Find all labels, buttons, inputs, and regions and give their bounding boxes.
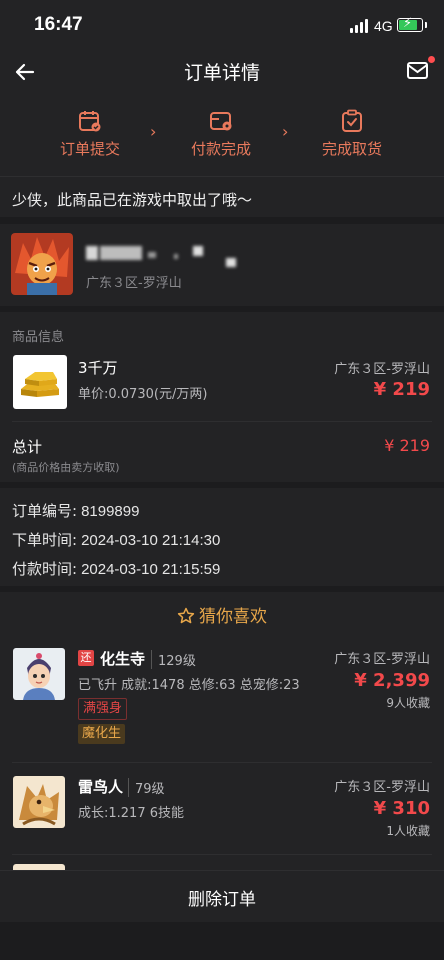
item-favorites: 9人收藏 (386, 696, 430, 710)
pet-attributes: 成长:1.217 6技能 (78, 806, 184, 821)
order-info-section: 订单编号: 8199899 下单时间: 2024-03-10 21:14:30 付款… (0, 488, 444, 586)
character-attributes: 已飞升 成就:1478 总修:63 总宠修:23 (78, 678, 300, 693)
step-label: 付款完成 (190, 140, 251, 158)
pet-avatar (13, 776, 65, 828)
total-label: 总计 (12, 438, 43, 456)
goods-price: ¥ 219 (373, 379, 430, 400)
clipboard-check-icon (342, 109, 362, 132)
order-number-row: 订单编号: 8199899 (12, 500, 139, 521)
order-paid-label: 付款时间: (12, 560, 78, 578)
goods-info-section: 商品信息 3千万 单价:0.0730(元/万两) 广东３区-罗浮山 ¥ 219 … (0, 312, 444, 482)
status-bar: 16:47 4G ⚡ (0, 0, 444, 50)
recommend-title-text: 猜你喜欢 (199, 607, 267, 627)
notice-text: 少侠，此商品已在游戏中取出了哦～ (12, 191, 253, 209)
chevron-right-icon: › (150, 122, 157, 141)
wallet-icon (210, 112, 232, 131)
pickup-notice: 少侠，此商品已在游戏中取出了哦～ (0, 177, 444, 217)
masked-seller-name (174, 254, 178, 259)
step-label: 完成取货 (321, 140, 382, 158)
item-price: ¥ 310 (373, 798, 430, 819)
seller-avatar (11, 233, 73, 295)
total-price: ¥ 219 (384, 436, 430, 455)
step-pickup-complete: 完成取货 (292, 108, 412, 159)
page-title: 订单详情 (183, 62, 260, 84)
pet-name: 雷鸟人 (78, 778, 124, 796)
return-badge: 还 (78, 650, 94, 666)
step-payment-complete: 付款完成 (161, 108, 281, 159)
order-paid-row: 付款时间: 2024-03-10 21:15:59 (12, 558, 220, 579)
recommendations-section: 猜你喜欢 还 化生寺 129级 已飞升 成就:1478 总修:63 总宠修:23… (0, 592, 444, 870)
goods-unit-price: 单价:0.0730(元/万两) (78, 387, 208, 402)
character-avatar (13, 648, 65, 700)
section-title: 商品信息 (12, 330, 65, 345)
recommend-item[interactable]: 还 化生寺 129级 已飞升 成就:1478 总修:63 总宠修:23 满强身 … (0, 648, 444, 773)
network-type: 4G (374, 18, 393, 34)
signal-icon (350, 19, 370, 33)
status-time: 16:47 (34, 14, 83, 35)
character-level: 129级 (151, 650, 196, 669)
divider (12, 421, 432, 422)
bottom-action-bar: 删除订单 (0, 870, 444, 923)
masked-seller-name (148, 252, 156, 258)
order-created-time: 2024-03-10 21:14:30 (81, 532, 221, 549)
masked-seller-name (193, 246, 203, 256)
calendar-check-icon (79, 111, 101, 132)
chevron-right-icon: › (282, 122, 289, 141)
goods-name: 3千万 (78, 359, 118, 377)
gold-bars-image (13, 355, 67, 409)
order-progress: 订单提交 › 付款完成 › 完成取货 (0, 94, 444, 176)
order-number-label: 订单编号: (12, 502, 78, 520)
message-icon[interactable] (404, 56, 435, 84)
battery-icon: ⚡ (397, 16, 427, 32)
masked-seller-name (100, 246, 142, 260)
masked-seller-name (226, 258, 236, 267)
masked-seller-name (86, 246, 98, 260)
seller-card[interactable]: 广东３区-罗浮山 (0, 224, 444, 306)
star-icon (177, 607, 195, 624)
item-region: 广东３区-罗浮山 (334, 652, 430, 667)
unread-dot (428, 56, 435, 63)
recommend-title: 猜你喜欢 (0, 602, 444, 627)
seller-region: 广东３区-罗浮山 (86, 276, 182, 291)
order-created-row: 下单时间: 2024-03-10 21:14:30 (12, 529, 220, 550)
order-created-label: 下单时间: (12, 531, 78, 549)
recommend-item[interactable]: 雷鸟人 79级 成长:1.217 6技能 广东３区-罗浮山 ¥ 310 1人收藏 (0, 776, 444, 870)
delete-order-button[interactable]: 删除订单 (0, 885, 444, 910)
home-indicator-area (0, 922, 444, 960)
goods-region: 广东３区-罗浮山 (334, 362, 430, 377)
pet-level: 79级 (128, 778, 165, 797)
step-label: 订单提交 (59, 140, 120, 158)
item-favorites: 1人收藏 (386, 824, 430, 838)
nav-bar: 订单详情 (0, 50, 444, 94)
divider (12, 762, 432, 763)
order-paid-time: 2024-03-10 21:15:59 (81, 561, 221, 578)
step-order-submitted: 订单提交 (30, 108, 150, 159)
tag-label: 魔化生 (78, 724, 126, 744)
item-price: ¥ 2,399 (354, 670, 430, 691)
character-school: 化生寺 (100, 650, 146, 668)
total-note: (商品价格由卖方收取) (12, 461, 120, 474)
tag-label: 满强身 (78, 698, 128, 720)
order-number[interactable]: 8199899 (81, 503, 139, 520)
order-detail-page: 16:47 4G ⚡ 订单详情 订单提交 › 付款完成 › 完成取货 少侠，此商… (0, 0, 444, 960)
divider (12, 854, 432, 855)
item-region: 广东３区-罗浮山 (334, 780, 430, 795)
